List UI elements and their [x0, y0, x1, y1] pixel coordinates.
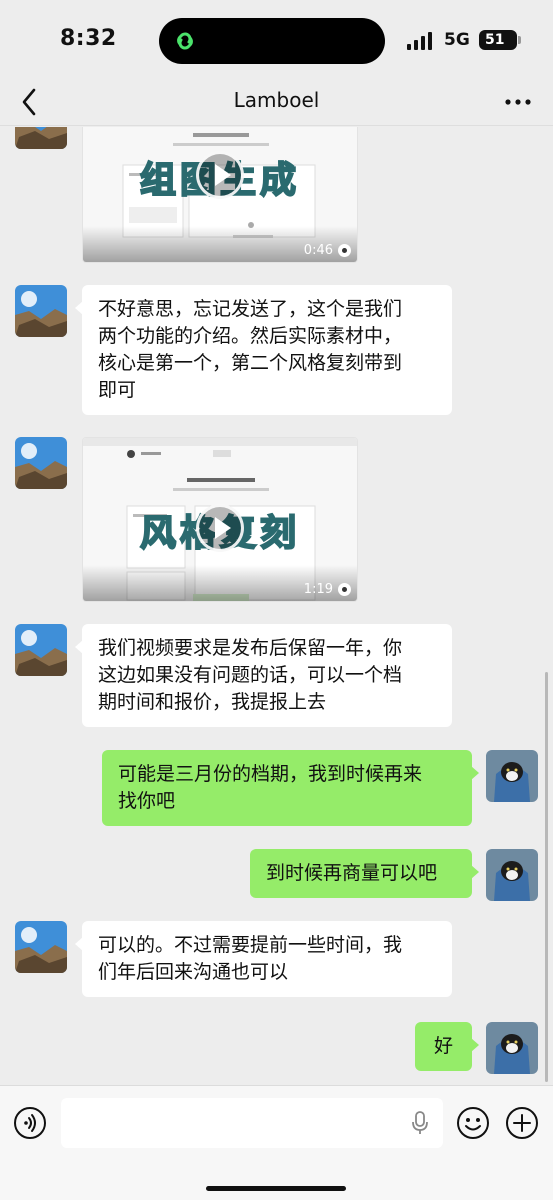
message-line: 这边如果没有问题的话，可以一个档: [98, 664, 403, 686]
status-time: 8:32: [60, 26, 117, 51]
my-avatar[interactable]: [486, 750, 538, 802]
incoming-message[interactable]: 可以的。不过需要提前一些时间，我 们年后回来沟通也可以: [75, 921, 452, 997]
contact-avatar[interactable]: [15, 624, 67, 676]
outgoing-message[interactable]: 好: [415, 1022, 479, 1071]
outgoing-message[interactable]: 可能是三月份的档期，我到时候再来 找你吧: [102, 750, 479, 826]
message-input[interactable]: [61, 1098, 443, 1148]
network-type: 5G: [444, 30, 470, 50]
message-line: 我们视频要求是发布后保留一年，你: [98, 637, 403, 659]
message-line: 可以的。不过需要提前一些时间，我: [98, 934, 403, 956]
message-line: 不好意思，忘记发送了，这个是我们: [98, 298, 403, 320]
input-bar: [0, 1085, 553, 1200]
home-indicator: [206, 1186, 346, 1191]
status-bar: 8:32 5G 51: [0, 0, 553, 78]
video-message[interactable]: 风格复刻 1:19: [82, 437, 358, 602]
video-duration: 1:19: [303, 582, 333, 597]
link-app-icon: [177, 32, 193, 50]
play-icon[interactable]: [196, 504, 244, 552]
scroll-indicator[interactable]: [545, 672, 548, 1082]
chat-message-list[interactable]: 组图生成 0:46 不好意思，忘记发送了，这个是我们 两个功能的介绍。然后实际素…: [0, 127, 553, 1085]
message-line: 可能是三月份的档期，我到时候再来: [118, 763, 423, 785]
dynamic-island: [159, 18, 385, 64]
battery-level: 51: [485, 32, 505, 48]
mic-icon[interactable]: [411, 1111, 429, 1135]
message-line: 即可: [98, 379, 137, 401]
message-line: 到时候再商量可以吧: [266, 862, 438, 884]
chat-title: Lamboel: [233, 88, 320, 112]
message-line: 核心是第一个，第二个风格复刻带到: [98, 352, 403, 374]
video-message[interactable]: 组图生成 0:46: [82, 127, 358, 263]
signal-icon: [407, 32, 435, 50]
my-avatar[interactable]: [486, 849, 538, 901]
channels-icon: [338, 583, 351, 596]
voice-icon[interactable]: [13, 1106, 47, 1140]
more-icon[interactable]: [503, 92, 533, 112]
outgoing-message[interactable]: 到时候再商量可以吧: [250, 849, 479, 898]
message-line: 好: [433, 1035, 453, 1057]
contact-avatar[interactable]: [15, 127, 67, 149]
battery-icon: 51: [479, 30, 521, 50]
incoming-message[interactable]: 不好意思，忘记发送了，这个是我们 两个功能的介绍。然后实际素材中， 核心是第一个…: [75, 285, 452, 415]
add-icon[interactable]: [505, 1106, 539, 1140]
message-line: 找你吧: [118, 790, 176, 812]
contact-avatar[interactable]: [15, 437, 67, 489]
my-avatar[interactable]: [486, 1022, 538, 1074]
channels-icon: [338, 244, 351, 257]
message-line: 期时间和报价，我提报上去: [98, 691, 327, 713]
play-icon[interactable]: [196, 151, 244, 199]
message-line: 两个功能的介绍。然后实际素材中，: [98, 325, 403, 347]
chat-nav-bar: Lamboel: [0, 78, 553, 126]
contact-avatar[interactable]: [15, 921, 67, 973]
video-duration: 0:46: [303, 243, 333, 258]
contact-avatar[interactable]: [15, 285, 67, 337]
message-line: 们年后回来沟通也可以: [98, 961, 289, 983]
emoji-icon[interactable]: [456, 1106, 490, 1140]
incoming-message[interactable]: 我们视频要求是发布后保留一年，你 这边如果没有问题的话，可以一个档 期时间和报价…: [75, 624, 452, 727]
